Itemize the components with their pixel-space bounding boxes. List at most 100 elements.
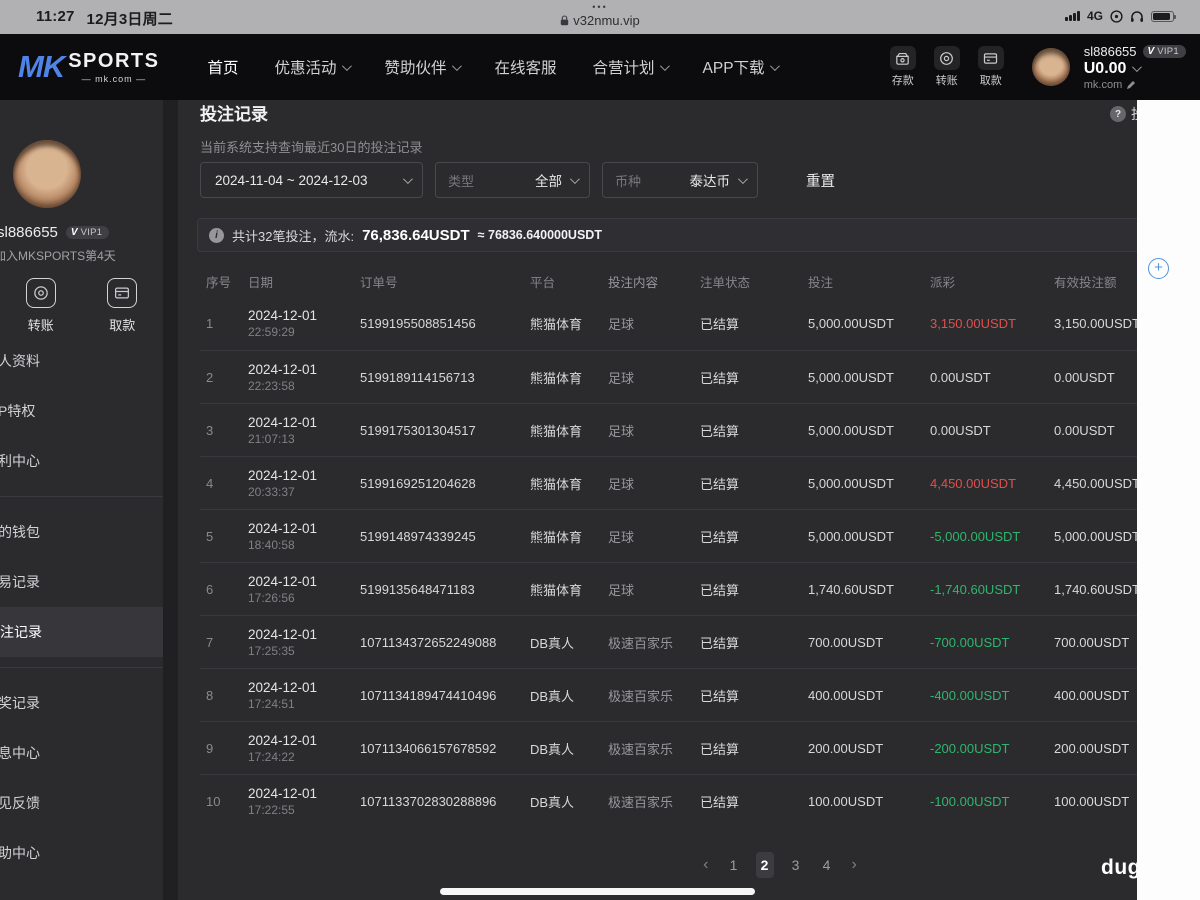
sidebar-avatar (13, 140, 81, 208)
sidebar-item-见反馈[interactable]: 见反馈 (0, 778, 163, 828)
user-block: sl886655 V VIP1 U0.00 mk.com (1084, 44, 1186, 91)
header-action-存款[interactable]: 存款 (889, 46, 916, 88)
header-action-取款[interactable]: 取款 (977, 46, 1004, 88)
cell-bet-content: 足球 (608, 582, 635, 598)
page-4[interactable]: 4 (818, 852, 836, 878)
balance-dropdown[interactable]: U0.00 (1084, 60, 1186, 78)
user-avatar[interactable] (1031, 48, 1070, 86)
page-2[interactable]: 2 (755, 852, 774, 878)
date-value: 2024-12-01 (248, 732, 318, 748)
date-value: 2024-12-01 (248, 361, 318, 377)
time-value: 21:07:13 (248, 431, 295, 446)
sidebar-item-label: 利中心 (0, 453, 40, 469)
date-value: 2024-12-01 (248, 626, 318, 642)
nav-item-在线客服[interactable]: 在线客服 (495, 56, 557, 78)
cell-index: 1 (206, 316, 214, 331)
sidebar-item-人资料[interactable]: 人资料 (0, 336, 163, 386)
chevron-down-icon (659, 60, 670, 71)
sidebar-item-奖记录[interactable]: 奖记录 (0, 678, 163, 728)
status-right: 4G (1065, 9, 1176, 23)
nav-item-赞助伙伴[interactable]: 赞助伙伴 (384, 56, 462, 78)
nav-item-label: 优惠活动 (274, 60, 337, 77)
edit-icon (1127, 80, 1136, 89)
battery-icon (1151, 10, 1176, 22)
cell-bet-amount: 5,000.00USDT (808, 422, 894, 438)
cell-platform: 熊猫体育 (530, 529, 583, 545)
header-action-转账[interactable]: 转账 (933, 46, 960, 88)
header-right: 存款 转账 取款 sl886655 V VIP1 U0.00 mk.com (889, 34, 1186, 100)
cell-payout: -700.00USDT (930, 634, 1010, 650)
sidebar-item-息中心[interactable]: 息中心 (0, 728, 163, 778)
quick-action-取款[interactable]: 取款 (107, 278, 138, 334)
type-select[interactable]: 类型 全部 (435, 162, 590, 198)
sidebar-item-助中心[interactable]: 助中心 (0, 828, 163, 878)
column-header-投注: 投注 (808, 275, 834, 290)
cell-index: 6 (206, 581, 214, 597)
cell-bet-amount: 200.00USDT (808, 740, 884, 756)
page-3[interactable]: 3 (787, 852, 805, 878)
sidebar-item-label: 息中心 (0, 745, 40, 761)
cell-bet-content: 足球 (608, 370, 635, 386)
site-switcher[interactable]: mk.com (1084, 79, 1186, 91)
site-logo[interactable]: MK SPORTS — mk.com — (18, 49, 159, 85)
cell-order-number: 5199189114156713 (360, 369, 475, 385)
sidebar-item-label: 助中心 (0, 845, 40, 861)
time-value: 20:33:37 (248, 484, 295, 499)
page-title: 投注记录 (200, 105, 268, 124)
headphones-icon (1131, 10, 1143, 22)
watermark-text: dug (1101, 856, 1141, 879)
cell-bet-content: 极速百家乐 (608, 741, 674, 757)
help-icon[interactable]: ? (1110, 106, 1126, 122)
time-value: 17:25:35 (248, 643, 295, 658)
nav-item-label: 赞助伙伴 (384, 60, 447, 77)
chevron-down-icon (341, 60, 352, 71)
reset-button[interactable]: 重置 (806, 170, 835, 191)
cell-date: 2024-12-01 17:24:22 (248, 733, 360, 764)
sidebar-item-利中心[interactable]: 利中心 (0, 436, 163, 486)
chevron-down-icon (1132, 62, 1143, 73)
sidebar-quick-actions: 转账 取款 (0, 278, 163, 334)
cell-date: 2024-12-01 17:26:56 (248, 574, 360, 605)
address-bar[interactable]: v32nmu.vip (0, 13, 1200, 28)
column-header-日期: 日期 (248, 275, 274, 290)
withdraw-icon (107, 278, 138, 308)
cell-platform: 熊猫体育 (530, 582, 583, 598)
currency-label: 币种 (615, 173, 642, 189)
tab-overflow-dots[interactable]: ••• (0, 2, 1200, 12)
cell-order-number: 1071134066157678592 (360, 740, 497, 756)
address-url: v32nmu.vip (573, 13, 640, 28)
cell-bet-content: 足球 (608, 529, 635, 545)
webpage: MK SPORTS — mk.com — 首页 优惠活动 赞助伙伴 在线客服 合营计划 A… (0, 34, 1200, 900)
prev-page-button[interactable]: ‹ (700, 856, 711, 874)
horizontal-scrollbar[interactable] (440, 888, 755, 895)
cell-date: 2024-12-01 21:07:13 (248, 415, 360, 446)
cell-bet-content: 极速百家乐 (608, 688, 674, 704)
nav-item-首页[interactable]: 首页 (207, 56, 238, 78)
currency-value: 泰达币 (689, 174, 731, 189)
cell-bet-content: 足球 (608, 423, 635, 439)
sidebar-item-易记录[interactable]: 易记录 (0, 557, 163, 607)
cell-status: 已结算 (700, 741, 740, 757)
divider (0, 667, 163, 668)
sidebar-item-注记录[interactable]: 注记录 (0, 607, 163, 657)
date-range-value: 2024-11-04 ~ 2024-12-03 (215, 172, 368, 188)
date-range-select[interactable]: 2024-11-04 ~ 2024-12-03 (200, 162, 423, 198)
nav-item-APP下载[interactable]: APP下载 (702, 56, 780, 78)
sidebar-item-的钱包[interactable]: 的钱包 (0, 507, 163, 557)
status-center: ••• v32nmu.vip (0, 2, 1200, 28)
user-name: sl886655 (1083, 43, 1137, 59)
add-floating-button[interactable]: + (1148, 258, 1169, 279)
cell-bet-content: 极速百家乐 (608, 794, 674, 810)
page-1[interactable]: 1 (725, 852, 743, 878)
cell-bet-amount: 1,740.60USDT (808, 581, 894, 597)
next-page-button[interactable]: › (849, 856, 860, 874)
quick-action-转账[interactable]: 转账 (25, 278, 56, 334)
nav-item-label: APP下载 (702, 60, 765, 77)
nav-item-优惠活动[interactable]: 优惠活动 (274, 56, 352, 78)
table-row: 9 2024-12-01 17:24:22 1071134066157678592 DB… (200, 721, 1194, 774)
main-panel: 投注记录 ? 投 当前系统支持查询最近30日的投注记录 2024-11-04 ~… (178, 100, 1200, 900)
sidebar-item-P特权[interactable]: P特权 (0, 386, 163, 436)
nav-item-合营计划[interactable]: 合营计划 (593, 56, 670, 78)
date-value: 2024-12-01 (248, 467, 318, 483)
currency-select[interactable]: 币种 泰达币 (602, 162, 758, 198)
